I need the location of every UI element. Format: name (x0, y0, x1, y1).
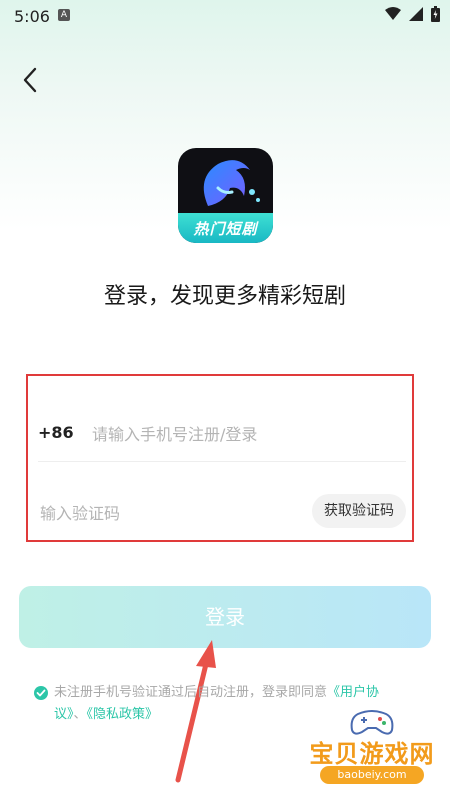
code-row: 获取验证码 (38, 490, 408, 534)
logo-text: 热门短剧 (193, 220, 258, 238)
agreement-text: 未注册手机号验证通过后自动注册，登录即同意 (54, 685, 328, 700)
app-logo: 热门短剧 (178, 148, 273, 243)
dolphin-icon (203, 160, 260, 206)
page-title: 登录，发现更多精彩短剧 (103, 284, 346, 309)
phone-row: +86 (38, 405, 406, 462)
signal-icon (409, 7, 423, 21)
login-button[interactable]: 登录 (19, 586, 431, 648)
battery-icon (431, 6, 440, 22)
chevron-left-icon (23, 67, 37, 93)
privacy-policy-link[interactable]: 《隐私政策》 (87, 707, 159, 722)
country-code-selector[interactable]: +86 (38, 423, 74, 442)
get-code-button[interactable]: 获取验证码 (312, 494, 406, 528)
agreement-check-icon[interactable] (34, 686, 48, 700)
verification-code-input[interactable] (38, 494, 302, 532)
status-bar: 5:06 A (0, 0, 450, 32)
watermark: 宝贝游戏网 baobeiy.com (302, 708, 442, 788)
phone-input[interactable] (90, 415, 394, 453)
notification-icon: A (58, 9, 70, 21)
back-button[interactable] (14, 64, 46, 96)
status-icons (385, 6, 440, 22)
watermark-title: 宝贝游戏网 (309, 740, 435, 768)
gamepad-icon (350, 710, 394, 735)
wifi-icon (385, 7, 401, 20)
agreement-separator: 、 (73, 707, 87, 722)
watermark-url: baobeiy.com (320, 766, 424, 784)
status-time: 5:06 (14, 7, 50, 26)
